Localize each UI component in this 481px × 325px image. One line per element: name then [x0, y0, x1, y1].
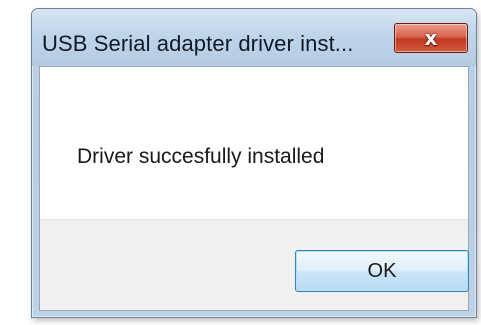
screen: USB Serial adapter driver inst... x Driv… — [0, 0, 481, 325]
titlebar[interactable]: USB Serial adapter driver inst... x — [32, 9, 476, 66]
button-area: OK — [40, 219, 469, 310]
message-text: Driver succesfully installed — [77, 145, 325, 168]
message-area: Driver succesfully installed — [40, 67, 468, 219]
ok-button[interactable]: OK — [295, 250, 469, 292]
close-icon: x — [424, 26, 438, 50]
close-button[interactable]: x — [394, 23, 468, 53]
ok-button-label: OK — [367, 260, 397, 282]
message-dialog: USB Serial adapter driver inst... x Driv… — [31, 8, 477, 318]
dialog-content: Driver succesfully installed OK — [39, 66, 469, 311]
dialog-title: USB Serial adapter driver inst... — [42, 31, 354, 56]
